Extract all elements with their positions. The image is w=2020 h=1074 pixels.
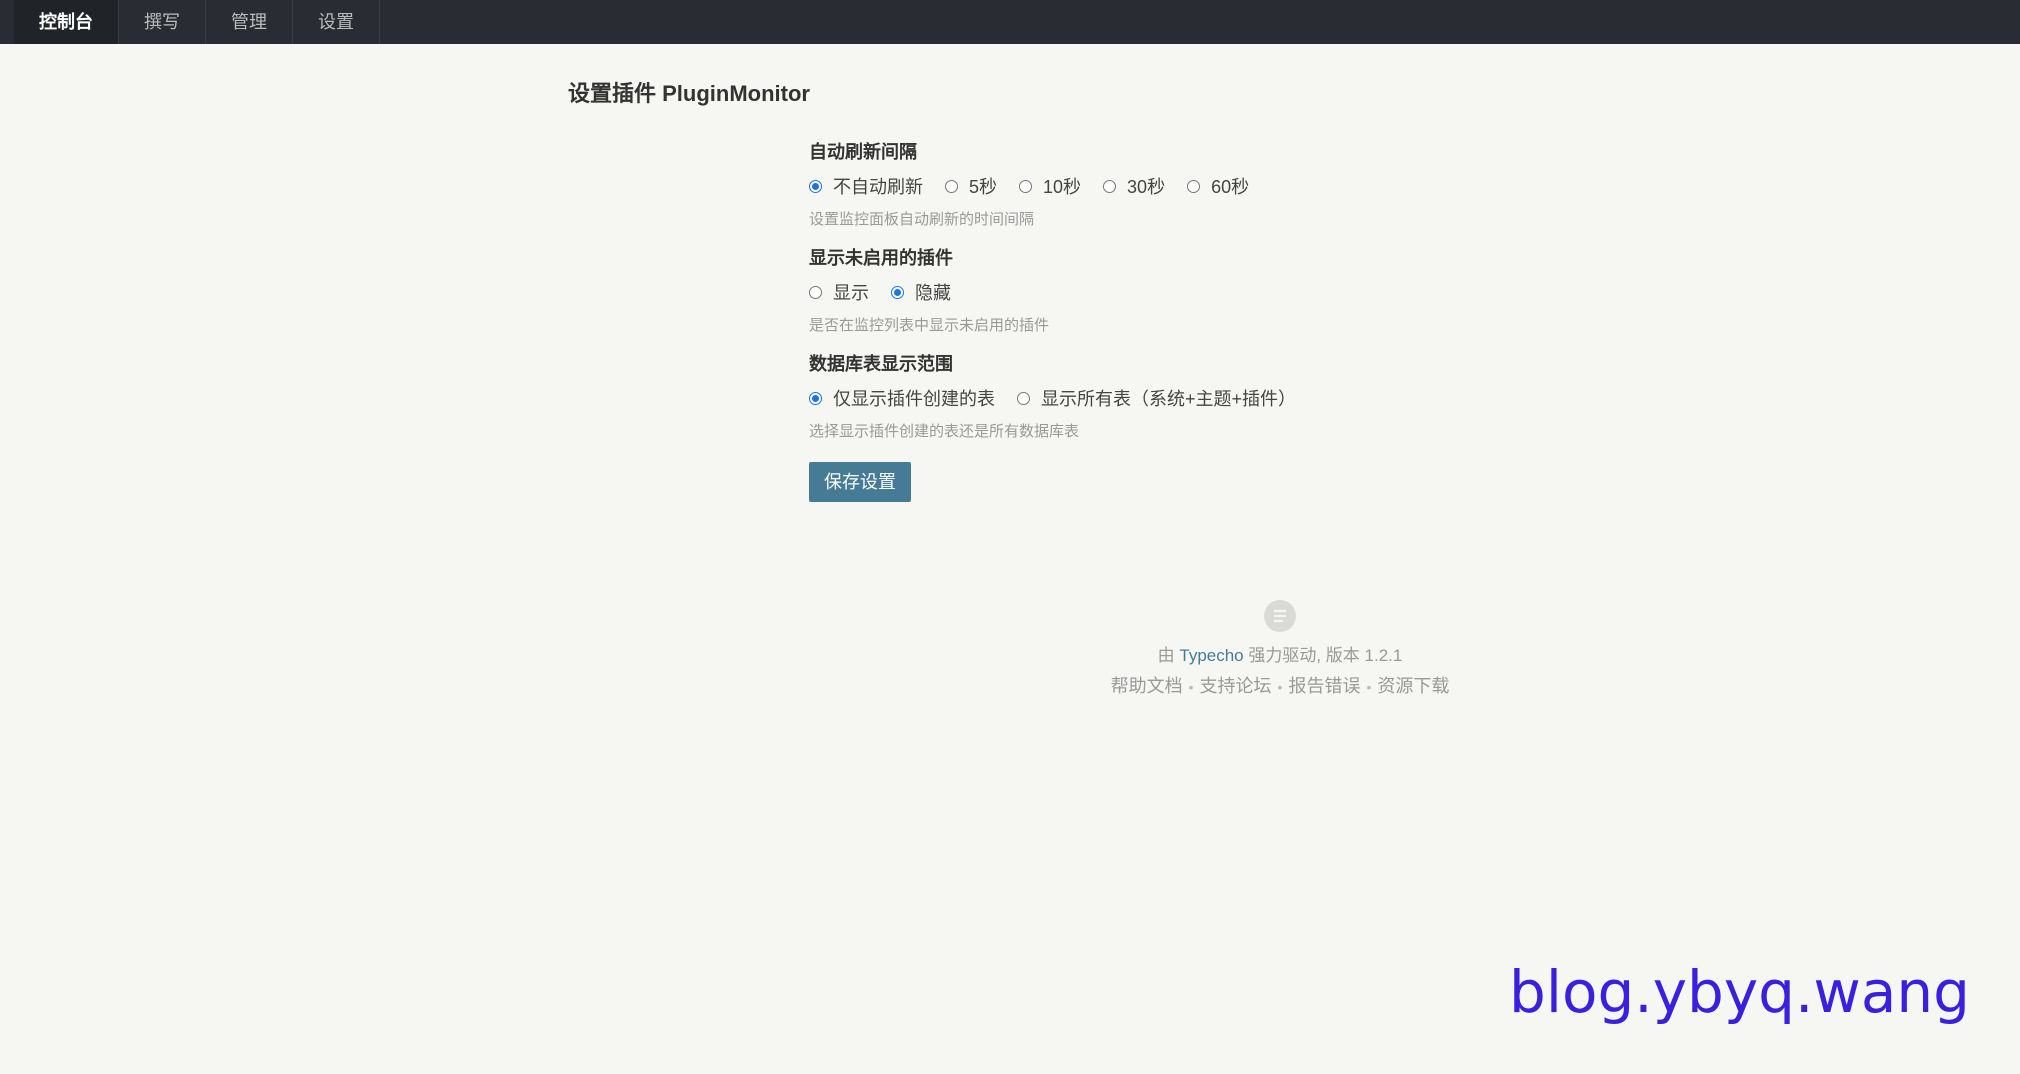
disabled-plugins-option-hide[interactable]: 隐藏 (891, 279, 951, 305)
footer-links: 帮助文档 • 支持论坛 • 报告错误 • 资源下载 (1080, 670, 1480, 702)
radio-refresh-10s[interactable] (1019, 179, 1033, 193)
radio-refresh-5s[interactable] (945, 179, 958, 193)
typecho-link[interactable]: Typecho (1179, 646, 1243, 665)
db-scope-description: 选择显示插件创建的表还是所有数据库表 (809, 423, 1080, 440)
refresh-option-60s-label: 60秒 (1211, 177, 1250, 197)
radio-db-all[interactable] (1017, 391, 1030, 405)
nav-item-write[interactable]: 撰写 (119, 0, 206, 44)
refresh-option-30s-label: 30秒 (1127, 177, 1166, 197)
credit-suffix: 强力驱动, 版本 1.2.1 (1243, 646, 1403, 665)
credit-prefix: 由 (1157, 646, 1180, 665)
db-scope-group: 数据库表显示范围 仅显示插件创建的表 显示所有表（系统+主题+插件） 选择显示插… (809, 350, 1509, 444)
disabled-plugins-option-hide-label: 隐藏 (915, 283, 951, 303)
refresh-interval-group: 自动刷新间隔 不自动刷新 5秒 10秒 30秒 60秒 设置监控面板自动刷新的时… (809, 138, 1509, 232)
refresh-option-60s[interactable]: 60秒 (1187, 173, 1249, 199)
nav-item-manage[interactable]: 管理 (206, 0, 293, 44)
main-menu: 控制台 撰写 管理 设置 (14, 0, 380, 44)
footer-credit: 由 Typecho 强力驱动, 版本 1.2.1 (1080, 642, 1480, 670)
disabled-plugins-option-show-label: 显示 (833, 283, 869, 303)
refresh-option-none-label: 不自动刷新 (833, 177, 923, 197)
disabled-plugins-label: 显示未启用的插件 (809, 248, 953, 268)
typecho-logo-icon (1264, 600, 1296, 632)
disabled-plugins-options: 显示 隐藏 (809, 276, 1509, 308)
link-separator: • (1366, 679, 1372, 695)
refresh-interval-description: 设置监控面板自动刷新的时间间隔 (809, 211, 1035, 228)
refresh-option-5s-label: 5秒 (969, 177, 998, 197)
refresh-option-30s[interactable]: 30秒 (1103, 173, 1165, 199)
footer: 由 Typecho 强力驱动, 版本 1.2.1 帮助文档 • 支持论坛 • 报告错误 •… (1080, 600, 1480, 702)
db-scope-label: 数据库表显示范围 (809, 354, 953, 374)
nav-item-dashboard[interactable]: 控制台 (14, 0, 119, 44)
page-title: 设置插件 PluginMonitor (568, 81, 810, 106)
watermark: blog.ybyq.wang (1509, 958, 1970, 1026)
link-separator: • (1188, 679, 1194, 695)
settings-form: 自动刷新间隔 不自动刷新 5秒 10秒 30秒 60秒 设置监控面板自动刷新的时… (809, 138, 1509, 502)
disabled-plugins-option-show[interactable]: 显示 (809, 279, 869, 305)
refresh-option-10s-label: 10秒 (1043, 177, 1082, 197)
refresh-interval-options: 不自动刷新 5秒 10秒 30秒 60秒 (809, 170, 1509, 202)
help-docs-link[interactable]: 帮助文档 (1111, 676, 1183, 696)
db-scope-option-plugin-only[interactable]: 仅显示插件创建的表 (809, 385, 995, 411)
db-scope-option-all-label: 显示所有表（系统+主题+插件） (1041, 389, 1297, 409)
disabled-plugins-group: 显示未启用的插件 显示 隐藏 是否在监控列表中显示未启用的插件 (809, 244, 1509, 338)
radio-db-plugin-only[interactable] (809, 391, 822, 405)
refresh-option-5s[interactable]: 5秒 (945, 173, 997, 199)
top-nav: 控制台 撰写 管理 设置 (0, 0, 2020, 44)
radio-refresh-60s[interactable] (1187, 179, 1201, 193)
db-scope-options: 仅显示插件创建的表 显示所有表（系统+主题+插件） (809, 382, 1509, 414)
refresh-interval-label: 自动刷新间隔 (809, 142, 917, 162)
link-separator: • (1277, 679, 1283, 695)
radio-refresh-30s[interactable] (1103, 179, 1117, 193)
save-settings-button[interactable]: 保存设置 (809, 462, 911, 502)
download-resources-link[interactable]: 资源下载 (1377, 676, 1449, 696)
nav-item-settings[interactable]: 设置 (293, 0, 380, 44)
report-bug-link[interactable]: 报告错误 (1288, 676, 1360, 696)
disabled-plugins-description: 是否在监控列表中显示未启用的插件 (809, 317, 1050, 334)
radio-disabled-show[interactable] (809, 285, 822, 299)
refresh-option-10s[interactable]: 10秒 (1019, 173, 1081, 199)
db-scope-option-plugin-only-label: 仅显示插件创建的表 (833, 389, 995, 409)
radio-refresh-none[interactable] (809, 179, 822, 193)
db-scope-option-all[interactable]: 显示所有表（系统+主题+插件） (1017, 385, 1296, 411)
refresh-option-none[interactable]: 不自动刷新 (809, 173, 923, 199)
radio-disabled-hide[interactable] (891, 285, 904, 299)
support-forum-link[interactable]: 支持论坛 (1200, 676, 1272, 696)
